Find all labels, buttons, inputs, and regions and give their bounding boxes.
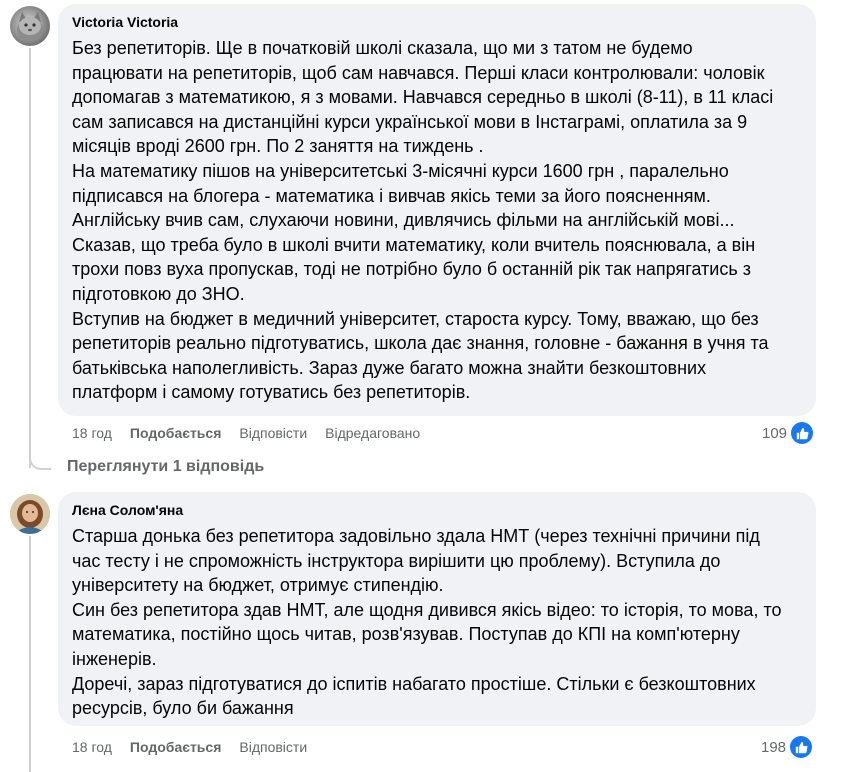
comment-line: Доречі, зараз підготуватися до іспитів н…	[72, 673, 756, 694]
cat-avatar-image	[17, 12, 43, 41]
comment-timestamp[interactable]: 18 год	[72, 425, 112, 441]
comment-line: сам записався на дистанційні курси украї…	[72, 111, 748, 132]
comment-text: Без репетиторів. Ще в початковій школі с…	[72, 36, 810, 405]
comment-line: платформ і самому готуватись без репетит…	[72, 382, 471, 403]
thread-line	[29, 536, 31, 772]
comment-line: інженерів.	[72, 648, 157, 669]
comment-line: репетиторів реально підготуватись, школа…	[72, 333, 769, 354]
comment-timestamp[interactable]: 18 год	[72, 739, 112, 755]
comment-line: Старша донька без репетитора задовільно …	[72, 526, 760, 546]
comment-actions: 18 год Подобається Відповісти	[72, 739, 325, 755]
reaction-count: 109	[762, 424, 788, 442]
view-replies-link[interactable]: Переглянути 1 відповідь	[67, 458, 264, 476]
comment-line: підготовкою до ЗНО.	[72, 283, 245, 304]
like-button[interactable]: Подобається	[130, 425, 221, 441]
comment-author[interactable]: Лєна Солом'яна	[72, 502, 183, 518]
comment-line: Сказав, що треба було в школі вчити мате…	[72, 234, 756, 255]
comment-author[interactable]: Victoria Victoria	[72, 14, 178, 30]
comment-text: Старша донька без репетитора задовільно …	[72, 524, 810, 721]
comment-line: батьківська наполегливість. Зараз дуже б…	[72, 357, 707, 378]
reaction-summary[interactable]: 109	[762, 422, 814, 444]
comment-line: Вступив на бюджет в медичний університет…	[72, 308, 759, 329]
thread-connector	[29, 448, 51, 470]
thread-line	[29, 48, 31, 468]
comment-line: Англійську вчив сам, слухаючи новини, ди…	[72, 210, 735, 231]
comment-bubble: Лєна Солом'яна Старша донька без репетит…	[58, 492, 816, 726]
comment-line: ресурсів, було би бажання	[72, 698, 294, 719]
comment-line: місяців вроді 2600 грн. По 2 заняття на …	[72, 136, 484, 157]
comment-line: математика, постійно щось читав, розв'яз…	[72, 624, 740, 645]
avatar[interactable]	[10, 6, 50, 46]
reaction-summary[interactable]: 198	[761, 736, 813, 758]
comment-line: підписався на блогера - математика і вив…	[72, 185, 711, 206]
comment-line: Син без репетитора здав НМТ, але щодня д…	[72, 599, 782, 620]
comment-line: допомагав з математикою, я з мовами. Нав…	[72, 87, 774, 108]
comment-actions: 18 год Подобається Відповісти Відредаговано	[72, 425, 438, 441]
reply-button[interactable]: Відповісти	[239, 739, 307, 755]
reaction-count: 198	[761, 738, 787, 756]
comment-line: працювати на репетиторів, щоб сам навчав…	[72, 62, 765, 83]
thumbs-up-icon	[790, 736, 813, 758]
comment-line: Без репетиторів. Ще в початковій школі с…	[72, 38, 693, 58]
comment-line: трохи повз вуха пропускав, тоді не потрі…	[72, 259, 751, 280]
comment-line: На математику пішов на університетські 3…	[72, 160, 729, 181]
reply-button[interactable]: Відповісти	[239, 425, 307, 441]
like-button[interactable]: Подобається	[130, 739, 221, 755]
person-avatar-image	[10, 494, 50, 534]
avatar[interactable]	[10, 494, 50, 534]
thumbs-up-icon	[791, 422, 814, 444]
comment-line: час тесту і не спроможність інструктора …	[72, 550, 721, 571]
edited-label: Відредаговано	[325, 425, 421, 441]
comment-bubble: Victoria Victoria Без репетиторів. Ще в …	[58, 4, 816, 416]
comment-line: університету на бюджет, отримує стипенді…	[72, 575, 444, 596]
